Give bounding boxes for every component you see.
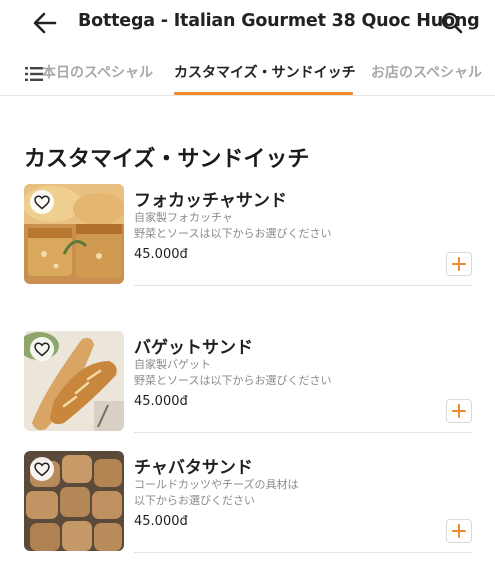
- favorite-button[interactable]: [30, 457, 54, 481]
- item-divider: [134, 432, 472, 433]
- item-description-line: 野菜とソースは以下からお選びください: [134, 374, 332, 387]
- item-description-line: コールドカッツやチーズの具材は: [134, 478, 299, 491]
- favorite-button[interactable]: [30, 337, 54, 361]
- item-price: 45.000đ: [134, 394, 188, 409]
- baguette-photo[interactable]: [24, 331, 124, 431]
- arrow-left-icon: [33, 12, 57, 34]
- list-menu-icon: [25, 67, 43, 81]
- item-description-line: 野菜とソースは以下からお選びください: [134, 227, 332, 240]
- item-description-line: 以下からお選びください: [134, 494, 255, 507]
- item-description-line: 自家製フォカッチャ: [134, 211, 233, 224]
- item-name: チャバタサンド: [134, 458, 253, 478]
- search-button[interactable]: [438, 9, 466, 37]
- item-price: 45.000đ: [134, 514, 188, 529]
- favorite-button[interactable]: [30, 190, 54, 214]
- heart-icon: [34, 341, 50, 356]
- section-title: カスタマイズ・サンドイッチ: [24, 147, 310, 172]
- top-app-bar: Bottega - Italian Gourmet 38 Quoc Huong: [0, 0, 495, 48]
- item-description-line: 自家製バゲット: [134, 358, 211, 371]
- item-divider: [134, 285, 472, 286]
- plus-icon: [452, 524, 466, 538]
- page-title: Bottega - Italian Gourmet 38 Quoc Huong: [78, 11, 480, 31]
- active-tab-indicator: [174, 92, 353, 95]
- search-icon: [441, 12, 463, 34]
- focaccia-photo[interactable]: [24, 184, 124, 284]
- category-tab-bar: 本日のスペシャル カスタマイズ・サンドイッチ お店のスペシャル: [0, 52, 495, 96]
- item-name: バゲットサンド: [134, 338, 253, 358]
- item-divider: [134, 552, 472, 553]
- plus-icon: [452, 404, 466, 418]
- ciabatta-photo[interactable]: [24, 451, 124, 551]
- tab-store-special[interactable]: お店のスペシャル: [371, 62, 495, 82]
- heart-icon: [34, 194, 50, 209]
- plus-icon: [452, 257, 466, 271]
- item-description: 自家製バゲット 野菜とソースは以下からお選びください: [134, 357, 354, 389]
- add-to-cart-button[interactable]: [446, 399, 472, 423]
- tab-custom-sandwich[interactable]: カスタマイズ・サンドイッチ: [174, 62, 356, 82]
- item-description: 自家製フォカッチャ 野菜とソースは以下からお選びください: [134, 210, 354, 242]
- tab-daily-special[interactable]: 本日のスペシャル: [42, 62, 158, 82]
- item-price: 45.000đ: [134, 247, 188, 262]
- heart-icon: [34, 461, 50, 476]
- item-description: コールドカッツやチーズの具材は 以下からお選びください: [134, 477, 354, 509]
- back-button[interactable]: [30, 9, 60, 37]
- add-to-cart-button[interactable]: [446, 252, 472, 276]
- category-menu-button[interactable]: [24, 64, 44, 84]
- add-to-cart-button[interactable]: [446, 519, 472, 543]
- item-name: フォカッチャサンド: [134, 191, 287, 211]
